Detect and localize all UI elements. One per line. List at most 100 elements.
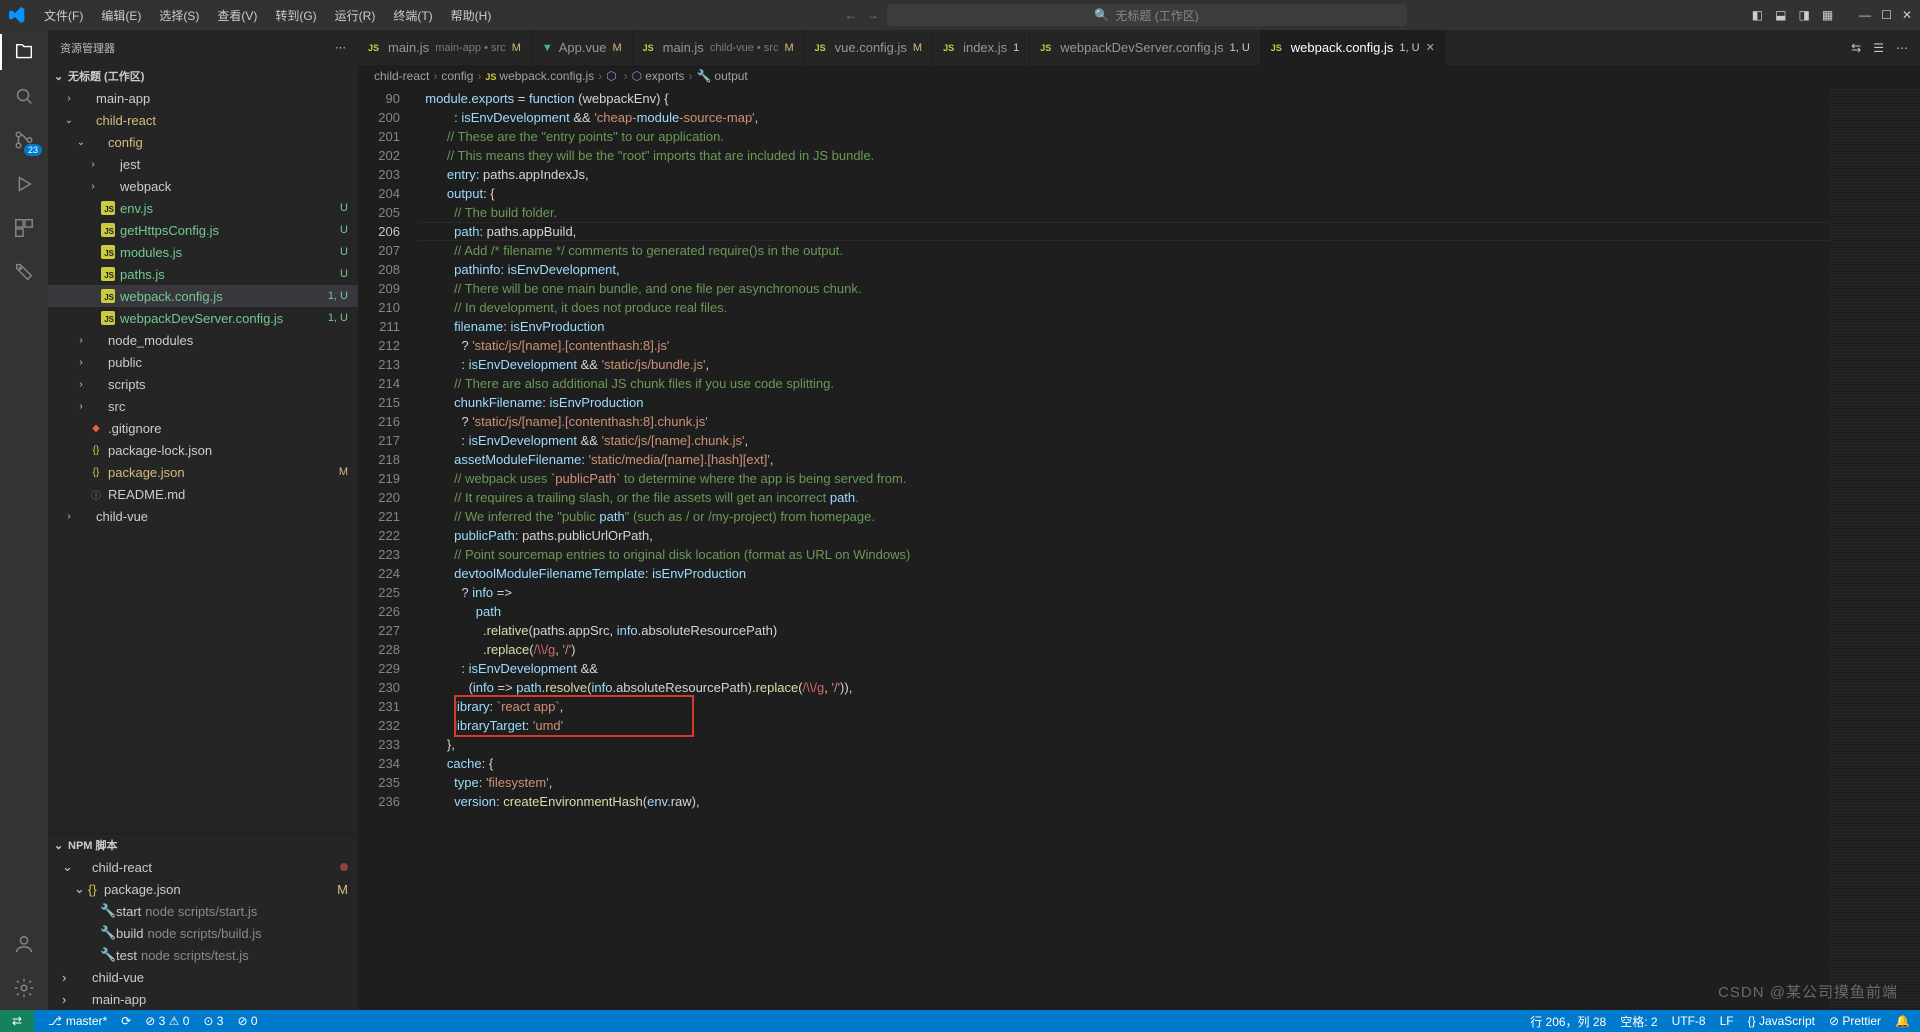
- tree-row[interactable]: ›public: [48, 351, 358, 373]
- status-bar: ⇄ ⎇ master* ⟳ ⊘ 3 ⚠ 0 ⊙ 3 ⊘ 0 行 206，列 28…: [0, 1010, 1920, 1032]
- breadcrumb-item[interactable]: JSwebpack.config.js: [485, 69, 594, 83]
- git-branch[interactable]: ⎇ master*: [48, 1014, 107, 1028]
- layout-left-icon[interactable]: ◧: [1752, 8, 1763, 22]
- menu-item[interactable]: 编辑(E): [93, 3, 149, 28]
- editor-tabs: JSmain.jsmain-app • srcM▼App.vueMJSmain.…: [358, 30, 1920, 65]
- sync-icon[interactable]: ⟳: [121, 1014, 131, 1028]
- activity-bar: 23: [0, 30, 48, 1010]
- tree-row[interactable]: ›jest: [48, 153, 358, 175]
- tree-row[interactable]: JSmodules.jsU: [48, 241, 358, 263]
- breadcrumb-item[interactable]: config: [441, 69, 473, 83]
- search-placeholder: 无标题 (工作区): [1115, 7, 1198, 24]
- editor-tab[interactable]: JSmain.jsmain-app • srcM: [358, 30, 532, 65]
- code-area[interactable]: 9020020120220320420520620720820921021121…: [358, 87, 1920, 1010]
- tree-row[interactable]: JSpaths.jsU: [48, 263, 358, 285]
- extensions-icon[interactable]: [10, 214, 38, 242]
- menu-item[interactable]: 选择(S): [151, 3, 207, 28]
- sidebar-title-label: 资源管理器: [60, 40, 115, 56]
- more-actions-icon[interactable]: ⋯: [1896, 41, 1908, 55]
- npm-row[interactable]: ⌄{}package.jsonM: [48, 878, 358, 900]
- nav-arrows[interactable]: ← →: [845, 8, 879, 22]
- search-icon: 🔍: [1094, 8, 1109, 22]
- tree-row[interactable]: ⌄child-react: [48, 109, 358, 131]
- account-icon[interactable]: [10, 930, 38, 958]
- editor-tab[interactable]: JSmain.jschild-vue • srcM: [633, 30, 805, 65]
- npm-row[interactable]: 🔧testnode scripts/test.js: [48, 944, 358, 966]
- tree-row[interactable]: JSwebpack.config.js1, U: [48, 285, 358, 307]
- language-mode[interactable]: {} JavaScript: [1748, 1014, 1815, 1028]
- file-tree: ›main-app⌄child-react⌄config›jest›webpac…: [48, 87, 358, 833]
- menu-item[interactable]: 帮助(H): [443, 3, 500, 28]
- npm-row[interactable]: 🔧buildnode scripts/build.js: [48, 922, 358, 944]
- tree-row[interactable]: ◆.gitignore: [48, 417, 358, 439]
- settings-gear-icon[interactable]: [10, 974, 38, 1002]
- tree-row[interactable]: ›scripts: [48, 373, 358, 395]
- maximize-icon[interactable]: ☐: [1881, 8, 1892, 22]
- breadcrumb[interactable]: child-react›config›JSwebpack.config.js›⬡…: [358, 65, 1920, 87]
- menu-item[interactable]: 查看(V): [209, 3, 265, 28]
- tree-row[interactable]: ⌄config: [48, 131, 358, 153]
- compare-icon[interactable]: ⇆: [1851, 41, 1861, 55]
- explorer-icon[interactable]: [10, 38, 38, 66]
- editor-tab[interactable]: JSwebpackDevServer.config.js1, U: [1030, 30, 1261, 65]
- encoding[interactable]: UTF-8: [1672, 1014, 1706, 1028]
- npm-row[interactable]: ›main-app: [48, 988, 358, 1010]
- search-icon[interactable]: [10, 82, 38, 110]
- menu-item[interactable]: 运行(R): [327, 3, 384, 28]
- menu-item[interactable]: 转到(G): [267, 3, 324, 28]
- npm-header[interactable]: ⌄NPM 脚本: [48, 834, 358, 856]
- tree-row[interactable]: JSenv.jsU: [48, 197, 358, 219]
- editor-tab[interactable]: ▼App.vueM: [532, 30, 633, 65]
- menu-item[interactable]: 终端(T): [385, 3, 440, 28]
- close-tab-icon[interactable]: ✕: [1426, 41, 1435, 54]
- layout-right-icon[interactable]: ◨: [1798, 8, 1809, 22]
- layout-bottom-icon[interactable]: ⬓: [1775, 8, 1786, 22]
- tree-row[interactable]: JSgetHttpsConfig.jsU: [48, 219, 358, 241]
- code-text[interactable]: module.exports = function (webpackEnv) {…: [418, 87, 1830, 1010]
- nav-back-icon[interactable]: ←: [845, 8, 857, 22]
- more-icon[interactable]: ⋯: [335, 41, 346, 54]
- editor-tab[interactable]: JSindex.js1: [933, 30, 1030, 65]
- split-icon[interactable]: ☰: [1873, 41, 1884, 55]
- problems[interactable]: ⊘ 3 ⚠ 0: [145, 1014, 189, 1028]
- workspace-label: 无标题 (工作区): [68, 68, 144, 84]
- breadcrumb-item[interactable]: 🔧output: [696, 69, 747, 83]
- npm-row[interactable]: ⌄child-react: [48, 856, 358, 878]
- tree-row[interactable]: ›main-app: [48, 87, 358, 109]
- npm-row[interactable]: 🔧startnode scripts/start.js: [48, 900, 358, 922]
- minimap[interactable]: [1830, 87, 1920, 1010]
- layout-custom-icon[interactable]: ▦: [1822, 8, 1833, 22]
- menu-item[interactable]: 文件(F): [36, 3, 91, 28]
- debug-status[interactable]: ⊘ 0: [237, 1014, 257, 1028]
- tag-icon[interactable]: [10, 258, 38, 286]
- editor-tab[interactable]: JSvue.config.jsM: [805, 30, 933, 65]
- tree-row[interactable]: JSwebpackDevServer.config.js1, U: [48, 307, 358, 329]
- tree-row[interactable]: {}package-lock.json: [48, 439, 358, 461]
- run-debug-icon[interactable]: [10, 170, 38, 198]
- breadcrumb-item[interactable]: ⬡exports: [632, 69, 685, 83]
- nav-forward-icon[interactable]: →: [867, 8, 879, 22]
- editor-tab[interactable]: JSwebpack.config.js1, U✕: [1261, 30, 1446, 65]
- indentation[interactable]: 空格: 2: [1620, 1013, 1657, 1030]
- workspace-header[interactable]: ⌄无标题 (工作区): [48, 65, 358, 87]
- vscode-logo-icon: [8, 6, 26, 24]
- close-window-icon[interactable]: ✕: [1902, 8, 1912, 22]
- tree-row[interactable]: ⓘREADME.md: [48, 483, 358, 505]
- breadcrumb-item[interactable]: ⬡: [606, 69, 619, 83]
- tree-row[interactable]: {}package.jsonM: [48, 461, 358, 483]
- eol[interactable]: LF: [1720, 1014, 1734, 1028]
- tree-row[interactable]: ›webpack: [48, 175, 358, 197]
- cursor-position[interactable]: 行 206，列 28: [1530, 1013, 1606, 1030]
- breadcrumb-item[interactable]: child-react: [374, 69, 429, 83]
- ports[interactable]: ⊙ 3: [203, 1014, 223, 1028]
- minimize-icon[interactable]: —: [1859, 8, 1871, 22]
- tree-row[interactable]: ›node_modules: [48, 329, 358, 351]
- remote-icon[interactable]: ⇄: [0, 1010, 34, 1032]
- notifications-bell-icon[interactable]: 🔔: [1895, 1014, 1910, 1028]
- source-control-icon[interactable]: 23: [10, 126, 38, 154]
- tree-row[interactable]: ›src: [48, 395, 358, 417]
- command-center[interactable]: 🔍 无标题 (工作区): [887, 4, 1407, 26]
- npm-row[interactable]: ›child-vue: [48, 966, 358, 988]
- prettier-status[interactable]: ⊘ Prettier: [1829, 1014, 1881, 1028]
- tree-row[interactable]: ›child-vue: [48, 505, 358, 527]
